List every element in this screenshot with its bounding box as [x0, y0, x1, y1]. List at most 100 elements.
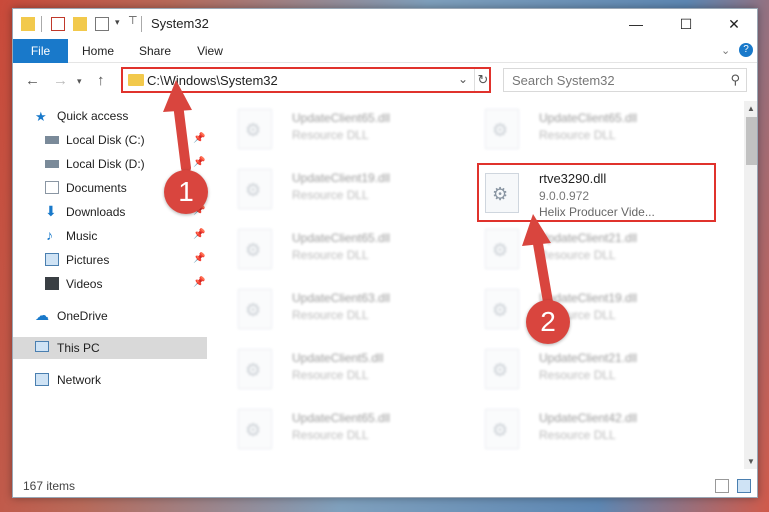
star-icon: ★: [35, 109, 47, 124]
help-icon[interactable]: ?: [739, 43, 753, 57]
list-item[interactable]: ⚙ UpdateClient42.dll Resource DLL: [475, 405, 715, 455]
drive-icon: [45, 136, 59, 144]
gear-icon: ⚙: [492, 240, 509, 260]
list-item[interactable]: ⚙ UpdateClient19.dll Resource DLL: [228, 165, 468, 215]
qa-pin-icon[interactable]: ⊤: [128, 14, 138, 27]
pin-icon[interactable]: 📌: [193, 157, 205, 168]
gear-icon: ⚙: [245, 420, 262, 440]
status-bar: 167 items: [13, 475, 757, 497]
computer-icon: [35, 341, 49, 352]
folder-icon: [128, 74, 144, 86]
minimize-button[interactable]: —: [613, 9, 659, 39]
refresh-icon[interactable]: ↻: [474, 69, 491, 91]
folder-icon: [21, 17, 35, 31]
tiles-view-icon[interactable]: [737, 479, 751, 493]
tab-file[interactable]: File: [13, 39, 68, 63]
sidebar-item-this-pc[interactable]: This PC: [13, 337, 207, 359]
dll-file-icon: ⚙: [238, 289, 272, 329]
dll-file-icon: ⚙: [485, 229, 519, 269]
address-dropdown-chevron-icon[interactable]: ⌄: [458, 72, 468, 86]
back-arrow-icon[interactable]: ←: [25, 72, 40, 89]
scroll-up-arrow-icon[interactable]: ▲: [747, 104, 755, 113]
dll-file-icon: ⚙: [238, 349, 272, 389]
gear-icon: ⚙: [245, 360, 262, 380]
search-input[interactable]: Search System32 ⚲: [503, 68, 747, 92]
list-item[interactable]: ⚙ UpdateClient21.dll Resource DLL: [475, 345, 715, 395]
sidebar-item-pictures[interactable]: Pictures 📌: [13, 249, 207, 271]
download-arrow-icon: ⬇: [45, 203, 57, 219]
dll-file-icon: ⚙: [485, 109, 519, 149]
dll-file-icon: ⚙: [238, 409, 272, 449]
properties-icon[interactable]: [51, 17, 65, 31]
tab-share[interactable]: Share: [131, 39, 179, 63]
expand-ribbon-chevron-icon[interactable]: ⌄: [721, 44, 730, 57]
recent-locations-chevron-icon[interactable]: ▾: [77, 76, 82, 87]
list-item[interactable]: ⚙ UpdateClient21.dll Resource DLL: [475, 225, 715, 275]
file-explorer-window: ▾ ⊤ System32 — ☐ ✕ File Home Share View …: [12, 8, 758, 498]
pin-icon[interactable]: 📌: [193, 253, 205, 264]
pin-icon[interactable]: 📌: [193, 133, 205, 144]
gear-icon: ⚙: [245, 300, 262, 320]
sidebar-item-videos[interactable]: Videos 📌: [13, 273, 207, 295]
maximize-button[interactable]: ☐: [663, 9, 709, 39]
sidebar-item-quick-access[interactable]: ★ Quick access: [13, 105, 207, 127]
network-icon: [35, 373, 49, 386]
title-bar: ▾ ⊤ System32 — ☐ ✕: [13, 9, 757, 39]
tab-view[interactable]: View: [189, 39, 231, 63]
list-item[interactable]: ⚙ UpdateClient5.dll Resource DLL: [228, 345, 468, 395]
title-separator: [41, 16, 42, 32]
scroll-down-arrow-icon[interactable]: ▼: [747, 457, 755, 466]
sidebar-item-network[interactable]: Network: [13, 369, 207, 391]
qa-dropdown-chevron-icon[interactable]: ▾: [115, 17, 120, 28]
list-item[interactable]: ⚙ UpdateClient65.dll Resource DLL: [228, 225, 468, 275]
dll-file-icon: ⚙: [238, 169, 272, 209]
navigation-pane: ★ Quick access Local Disk (C:) 📌 Local D…: [13, 101, 209, 469]
file-list: ⚙ UpdateClient65.dll Resource DLL ⚙ Upda…: [218, 101, 744, 469]
annotation-marker-1: 1: [164, 170, 208, 214]
close-button[interactable]: ✕: [711, 9, 757, 39]
documents-icon: [45, 181, 59, 194]
address-bar[interactable]: C:\Windows\System32 ⌄ ↻: [121, 67, 491, 93]
gear-icon: ⚙: [245, 240, 262, 260]
sidebar-item-onedrive[interactable]: ☁ OneDrive: [13, 305, 207, 327]
up-arrow-icon[interactable]: ↑: [97, 72, 105, 89]
pin-icon[interactable]: 📌: [193, 277, 205, 288]
sidebar-item-music[interactable]: ♪ Music 📌: [13, 225, 207, 247]
details-view-icon[interactable]: [715, 479, 729, 493]
list-item[interactable]: ⚙ UpdateClient19.dll Resource DLL: [475, 285, 715, 335]
search-placeholder: Search System32: [512, 73, 615, 88]
list-item[interactable]: ⚙ UpdateClient65.dll Resource DLL: [475, 105, 715, 155]
drive-icon: [45, 160, 59, 168]
window-title: System32: [151, 16, 209, 31]
sidebar-item-local-disk-c[interactable]: Local Disk (C:) 📌: [13, 129, 207, 151]
list-item[interactable]: ⚙ UpdateClient63.dll Resource DLL: [228, 285, 468, 335]
ribbon-tabs: File Home Share View ⌄ ?: [13, 39, 757, 63]
gear-icon: ⚙: [245, 120, 262, 140]
list-item[interactable]: ⚙ UpdateClient65.dll Resource DLL: [228, 405, 468, 455]
search-icon[interactable]: ⚲: [730, 72, 740, 88]
dll-file-icon: ⚙: [238, 109, 272, 149]
selected-file-highlight: [477, 163, 716, 222]
gear-icon: ⚙: [245, 180, 262, 200]
cloud-icon: ☁: [35, 307, 49, 323]
pin-icon[interactable]: 📌: [193, 229, 205, 240]
new-folder-icon[interactable]: [73, 17, 87, 31]
dll-file-icon: ⚙: [238, 229, 272, 269]
dll-file-icon: ⚙: [485, 289, 519, 329]
music-note-icon: ♪: [46, 227, 53, 243]
vertical-scrollbar[interactable]: ▲ ▼: [744, 101, 757, 469]
list-item[interactable]: ⚙ UpdateClient65.dll Resource DLL: [228, 105, 468, 155]
annotation-marker-2: 2: [526, 300, 570, 344]
title-separator-2: [141, 16, 142, 32]
scrollbar-thumb[interactable]: [746, 117, 757, 165]
navigation-bar: ← → ▾ ↑ C:\Windows\System32 ⌄ ↻ Search S…: [13, 64, 757, 98]
film-icon: [45, 277, 59, 290]
dll-file-icon: ⚙: [485, 409, 519, 449]
address-path[interactable]: C:\Windows\System32: [147, 73, 278, 88]
gear-icon: ⚙: [492, 120, 509, 140]
tab-home[interactable]: Home: [75, 39, 121, 63]
customize-quick-access-icon[interactable]: [95, 17, 109, 31]
dll-file-icon: ⚙: [485, 349, 519, 389]
gear-icon: ⚙: [492, 360, 509, 380]
forward-arrow-icon[interactable]: →: [53, 72, 68, 89]
